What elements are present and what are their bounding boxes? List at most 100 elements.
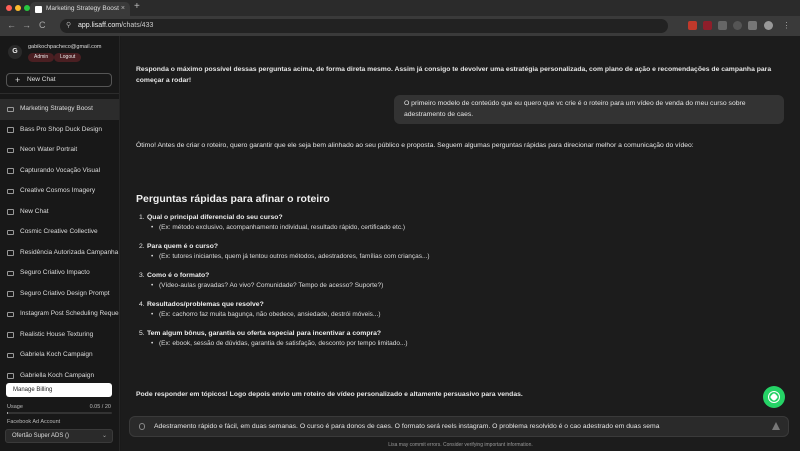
sidebar: G gabikochpacheco@gmail.com Admin Logout… (0, 36, 120, 451)
sidebar-chat-item[interactable]: Residência Autorizada Campanha (0, 243, 119, 264)
chat-bubble-icon (7, 147, 14, 153)
bullet: • (151, 311, 154, 318)
question-detail: • (Ex: tutores iniciantes, quem já tentou… (136, 252, 636, 262)
bullet: • (151, 224, 154, 231)
sidebar-chat-label: New Chat (20, 207, 49, 215)
chat-bubble-icon (7, 106, 14, 112)
sidebar-chat-label: Creative Cosmos Imagery (20, 187, 96, 194)
question-item: 5. Tem algum bônus, garantia ou oferta es… (136, 329, 636, 349)
extension-icon[interactable] (733, 21, 742, 30)
chat-bubble-icon (7, 250, 14, 256)
question-detail-text: (Vídeo-aulas gravadas? Ao vivo? Comunida… (159, 282, 384, 289)
chat-bubble-icon (7, 352, 14, 358)
message-input-box[interactable]: Adestramento rápido e fácil, em duas sem… (129, 416, 789, 437)
user-email: gabikochpacheco@gmail.com (28, 44, 102, 50)
logout-button[interactable]: Logout (54, 53, 82, 62)
sidebar-chat-label: Realistic House Texturing (20, 330, 94, 338)
lock-icon: ⚲ (66, 22, 72, 29)
sidebar-chat-item[interactable]: Capturando Vocação Visual (0, 161, 119, 182)
chat-bubble-icon (7, 332, 14, 338)
question-detail: • (Ex: cachorro faz muita bagunça, não ob… (136, 310, 636, 320)
plus-icon: + (15, 75, 21, 85)
sidebar-chat-item[interactable]: Marketing Strategy Boost (0, 99, 119, 120)
chat-bubble-icon (7, 373, 14, 379)
question-item: 3. Como é o formato? • (Vídeo-aulas gravada… (136, 271, 636, 291)
usage-bar-fill (7, 412, 8, 414)
sidebar-chat-item[interactable]: Realistic House Texturing (0, 325, 119, 346)
address-bar[interactable]: ⚲ app.lisaff.com/chats/433 (60, 19, 668, 33)
sidebar-chat-label: Seguro Criativo Impacto (20, 269, 90, 276)
question-item: 4. Resultados/problemas que resolve? • (Ex:… (136, 300, 636, 320)
chat-bubble-icon (7, 311, 14, 317)
message-input[interactable]: Adestramento rápido e fácil, em duas sem… (154, 417, 754, 436)
extension-icon[interactable] (703, 21, 712, 30)
sidebar-chat-item[interactable]: Cosmic Creative Collective (0, 222, 119, 243)
forward-button[interactable]: → (22, 20, 31, 30)
facebook-ad-account-label: Facebook Ad Account (7, 419, 61, 425)
question-item: 2. Para quem é o curso? • (Ex: tutores inic… (136, 242, 636, 262)
assistant-reply-intro: Ótimo! Antes de criar o roteiro, quero g… (136, 142, 694, 149)
sidebar-chat-item[interactable]: Bass Pro Shop Duck Design (0, 120, 119, 141)
user-message-bubble: O primeiro modelo de conteúdo que eu que… (394, 95, 784, 124)
url-path: /chats/433 (121, 22, 154, 29)
question-number: 3. (139, 272, 145, 279)
send-icon[interactable] (772, 422, 780, 430)
sidebar-chat-item[interactable]: Seguro Criativo Impacto (0, 263, 119, 284)
avatar[interactable]: G (8, 45, 22, 59)
puzzle-icon[interactable] (748, 21, 757, 30)
sidebar-chat-label: Bass Pro Shop Duck Design (20, 125, 103, 133)
reload-button[interactable]: C (39, 20, 46, 30)
usage-value: 0.05 / 20 (89, 404, 111, 410)
facebook-ad-account-select[interactable]: Ofertão Super ADS () ⌄ (5, 429, 113, 443)
sidebar-chat-item[interactable]: Neon Water Portrait (0, 140, 119, 161)
chat-list: Marketing Strategy Boost Bass Pro Shop Du… (0, 99, 119, 386)
extension-icon[interactable] (688, 21, 697, 30)
close-window-icon[interactable] (6, 5, 12, 11)
minimize-window-icon[interactable] (15, 5, 21, 11)
question-item: 1. Qual o principal diferencial do seu cu… (136, 213, 636, 233)
sidebar-chat-item[interactable]: Creative Cosmos Imagery (0, 181, 119, 202)
sidebar-chat-label: Seguro Criativo Design Prompt (20, 289, 110, 297)
profile-icon[interactable] (764, 21, 773, 30)
sidebar-chat-label: Capturando Vocação Visual (20, 166, 101, 174)
chevron-down-icon: ⌄ (101, 433, 107, 439)
question-number: 2. (139, 243, 145, 250)
url-host: app.lisaff.com (78, 22, 122, 29)
sidebar-chat-item[interactable]: New Chat (0, 202, 119, 223)
sidebar-chat-label: Gabriela Koch Campaign (20, 351, 93, 358)
admin-button[interactable]: Admin (28, 53, 55, 62)
bullet: • (151, 282, 154, 289)
favicon-icon (35, 5, 42, 13)
question-title: Resultados/problemas que resolve? (147, 301, 264, 308)
browser-tab-title: Marketing Strategy Boost (46, 5, 119, 12)
question-detail-text: (Ex: ebook, sessão de dúvidas, garantia … (159, 340, 408, 347)
question-title: Qual o principal diferencial do seu curs… (147, 214, 283, 221)
usage-bar (7, 412, 112, 414)
section-heading: Perguntas rápidas para afinar o roteiro (136, 193, 330, 205)
chat-main: Responda o máximo possível dessas pergun… (121, 36, 800, 451)
usage-label: Usage (7, 404, 23, 410)
sidebar-chat-label: Residência Autorizada Campanha (20, 248, 119, 256)
sidebar-chat-item[interactable]: Seguro Criativo Design Prompt (0, 284, 119, 305)
sidebar-chat-label: Instagram Post Scheduling Request (20, 310, 119, 317)
browser-tab[interactable]: Marketing Strategy Boost × (30, 2, 130, 16)
paperclip-icon[interactable] (139, 423, 145, 430)
new-tab-button[interactable]: + (134, 1, 140, 12)
extension-icon[interactable] (718, 21, 727, 30)
menu-icon[interactable]: ⋮ (782, 21, 791, 30)
question-detail-text: (Ex: tutores iniciantes, quem já tentou … (159, 253, 430, 260)
question-title: Para quem é o curso? (147, 243, 219, 250)
manage-billing-button[interactable]: Manage Billing (6, 383, 112, 397)
back-button[interactable]: ← (7, 20, 16, 30)
new-chat-button[interactable]: + New Chat (6, 73, 112, 87)
question-detail-text: (Ex: método exclusivo, acompanhamento in… (159, 224, 406, 231)
sidebar-chat-item[interactable]: Gabriela Koch Campaign (0, 345, 119, 366)
whatsapp-button[interactable] (763, 386, 785, 408)
sidebar-divider (0, 93, 119, 94)
sidebar-chat-item[interactable]: Instagram Post Scheduling Request (0, 304, 119, 325)
question-detail: • (Ex: método exclusivo, acompanhamento i… (136, 223, 636, 233)
chat-bubble-icon (7, 127, 14, 133)
bullet: • (151, 340, 154, 347)
browser-toolbar: ← → C ⚲ app.lisaff.com/chats/433 ⋮ (0, 16, 800, 36)
tab-close-icon[interactable]: × (121, 2, 125, 16)
